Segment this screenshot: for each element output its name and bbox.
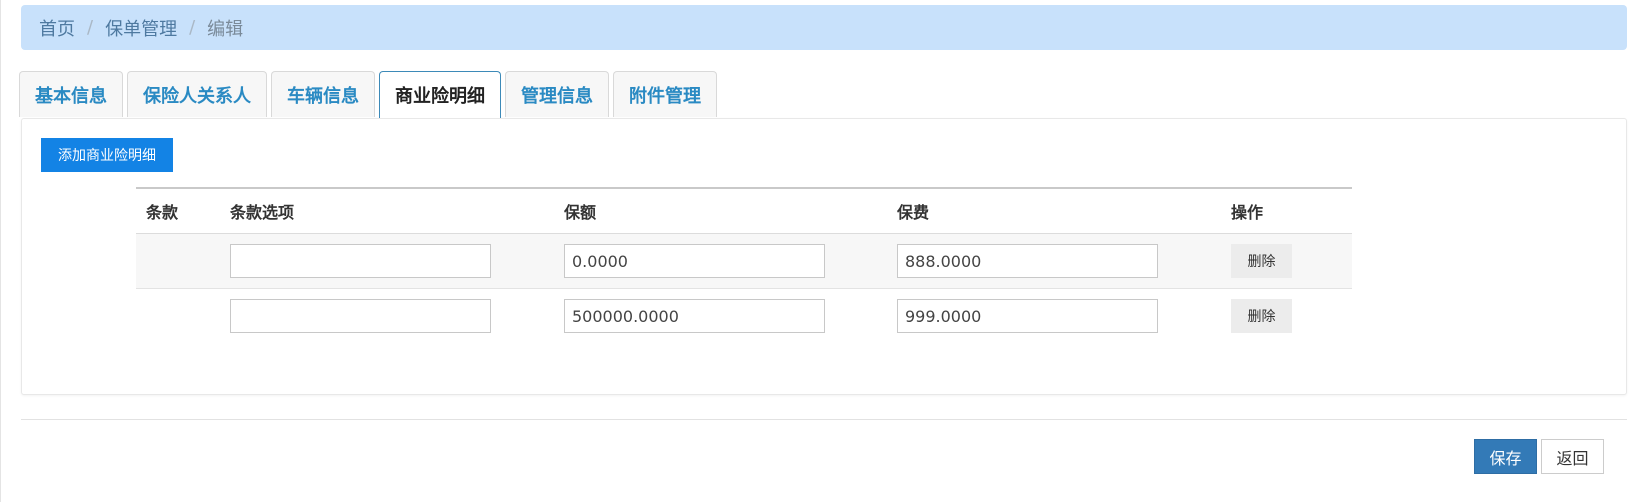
delete-button[interactable]: 删除: [1231, 244, 1292, 278]
premium-input[interactable]: [897, 299, 1158, 333]
column-header-clause-option: 条款选项: [230, 203, 295, 222]
tab-bar: 基本信息 保险人关系人 车辆信息 商业险明细 管理信息 附件管理: [19, 71, 721, 118]
add-commercial-insurance-button[interactable]: 添加商业险明细: [41, 138, 173, 172]
breadcrumb-home[interactable]: 首页: [39, 15, 75, 41]
column-header-action: 操作: [1231, 203, 1264, 222]
breadcrumb-current: 编辑: [207, 18, 244, 40]
save-button[interactable]: 保存: [1474, 439, 1537, 474]
delete-button[interactable]: 删除: [1231, 299, 1292, 333]
insurance-detail-table: 条款 条款选项 保额 保费 操作 删除 删除: [136, 187, 1352, 343]
breadcrumb-separator: /: [87, 17, 94, 38]
window-edge: [0, 0, 1, 502]
tab-commercial-insurance-details[interactable]: 商业险明细: [379, 71, 501, 118]
premium-input[interactable]: [897, 244, 1158, 278]
column-header-premium: 保费: [897, 203, 930, 222]
breadcrumb-policy-management[interactable]: 保单管理: [105, 15, 177, 41]
tab-management-info[interactable]: 管理信息: [505, 71, 609, 117]
tab-vehicle-info[interactable]: 车辆信息: [271, 71, 375, 117]
column-header-clause: 条款: [146, 203, 179, 222]
tab-insured-parties[interactable]: 保险人关系人: [127, 71, 267, 117]
column-header-amount: 保额: [564, 203, 597, 222]
breadcrumb: 首页 / 保单管理 / 编辑: [21, 5, 1627, 50]
tab-attachment-management[interactable]: 附件管理: [613, 71, 717, 117]
table-row: 删除: [136, 234, 1352, 289]
clause-option-input[interactable]: [230, 299, 491, 333]
clause-option-input[interactable]: [230, 244, 491, 278]
breadcrumb-separator: /: [189, 17, 196, 38]
table-row: 删除: [136, 289, 1352, 343]
commercial-insurance-panel: 添加商业险明细 条款 条款选项 保额 保费 操作 删除 删除: [21, 118, 1627, 395]
amount-input[interactable]: [564, 244, 825, 278]
tab-basic-info[interactable]: 基本信息: [19, 71, 123, 117]
footer-divider: [21, 419, 1627, 420]
amount-input[interactable]: [564, 299, 825, 333]
back-button[interactable]: 返回: [1541, 439, 1604, 474]
table-header: 条款 条款选项 保额 保费 操作: [136, 189, 1352, 234]
